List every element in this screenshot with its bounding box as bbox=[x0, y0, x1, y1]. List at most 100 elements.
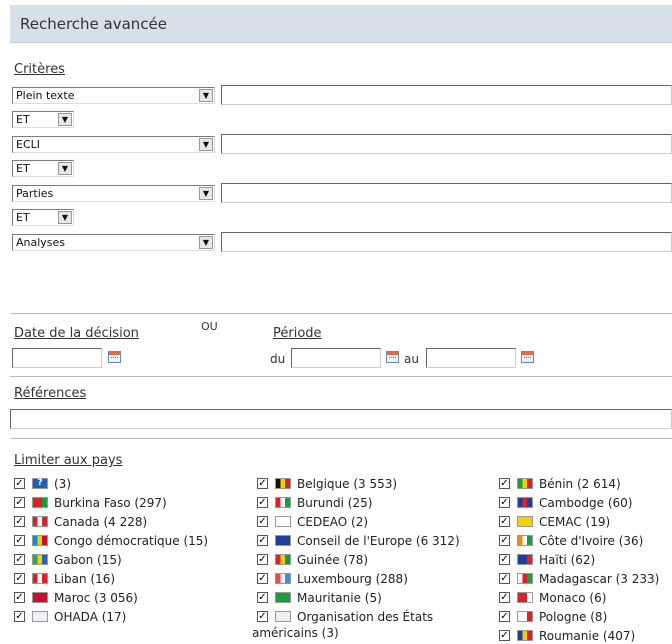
criteria-text-input-4[interactable] bbox=[221, 232, 672, 252]
divider bbox=[10, 313, 672, 314]
chevron-down-icon: ▼ bbox=[199, 187, 213, 200]
chevron-down-icon: ▼ bbox=[58, 211, 72, 224]
country-checkbox[interactable]: ✓ bbox=[257, 497, 268, 508]
country-name: Liban (16) bbox=[54, 572, 116, 586]
country-checkbox[interactable]: ✓ bbox=[257, 592, 268, 603]
criteria-operator-value-3: ET bbox=[16, 211, 30, 224]
flag-icon bbox=[275, 554, 291, 565]
countries-label: Limiter aux pays bbox=[14, 453, 123, 468]
country-name: Canada (4 228) bbox=[54, 515, 148, 529]
country-checkbox[interactable]: ✓ bbox=[499, 497, 510, 508]
flag-icon bbox=[517, 630, 533, 641]
country-checkbox[interactable]: ✓ bbox=[14, 554, 25, 565]
country-checkbox[interactable]: ✓ bbox=[14, 573, 25, 584]
country-name: Burundi (25) bbox=[297, 496, 373, 510]
flag-icon bbox=[32, 592, 48, 603]
country-checkbox[interactable]: ✓ bbox=[14, 611, 25, 622]
criteria-operator-value-2: ET bbox=[16, 162, 30, 175]
period-from-input[interactable] bbox=[291, 348, 381, 368]
country-checkbox[interactable]: ✓ bbox=[499, 630, 510, 641]
country-name: Côte d'Ivoire (36) bbox=[539, 534, 644, 548]
country-checkbox[interactable]: ✓ bbox=[257, 478, 268, 489]
country-checkbox[interactable]: ✓ bbox=[14, 516, 25, 527]
country-name: Conseil de l'Europe (6 312) bbox=[297, 534, 460, 548]
country-name: Bénin (2 614) bbox=[539, 477, 621, 491]
decision-date-input[interactable] bbox=[12, 348, 102, 368]
country-name: CEMAC (19) bbox=[539, 515, 611, 529]
country-checkbox[interactable]: ✓ bbox=[499, 554, 510, 565]
flag-icon bbox=[275, 497, 291, 508]
calendar-icon[interactable] bbox=[521, 351, 534, 363]
country-checkbox[interactable]: ✓ bbox=[257, 573, 268, 584]
country-checkbox[interactable]: ✓ bbox=[257, 516, 268, 527]
criteria-text-input-2[interactable] bbox=[221, 134, 672, 154]
flag-icon bbox=[517, 535, 533, 546]
country-checkbox[interactable]: ✓ bbox=[499, 535, 510, 546]
references-input[interactable] bbox=[10, 409, 672, 429]
flag-icon bbox=[275, 592, 291, 603]
country-checkbox[interactable]: ✓ bbox=[257, 535, 268, 546]
flag-icon bbox=[32, 535, 48, 546]
criteria-field-value-4: Analyses bbox=[16, 236, 66, 249]
country-checkbox[interactable]: ✓ bbox=[14, 535, 25, 546]
flag-icon bbox=[32, 573, 48, 584]
country-checkbox[interactable]: ✓ bbox=[499, 573, 510, 584]
criteria-text-input-1[interactable] bbox=[221, 85, 672, 105]
from-label: du bbox=[270, 352, 286, 366]
flag-icon bbox=[275, 478, 291, 489]
country-checkbox[interactable]: ✓ bbox=[499, 592, 510, 603]
flag-icon bbox=[275, 535, 291, 546]
flag-icon bbox=[32, 554, 48, 565]
country-checkbox[interactable]: ✓ bbox=[14, 592, 25, 603]
country-name: Cambodge (60) bbox=[539, 496, 633, 510]
calendar-icon[interactable] bbox=[108, 351, 121, 363]
chevron-down-icon: ▼ bbox=[58, 162, 72, 175]
decision-date-label: Date de la décision bbox=[14, 326, 139, 341]
country-name: Belgique (3 553) bbox=[297, 477, 398, 491]
country-checkbox[interactable]: ✓ bbox=[14, 478, 25, 489]
period-label: Période bbox=[273, 326, 322, 341]
country-checkbox[interactable]: ✓ bbox=[14, 497, 25, 508]
chevron-down-icon: ▼ bbox=[199, 89, 213, 102]
page-title: Recherche avancée bbox=[20, 15, 168, 33]
to-label: au bbox=[404, 352, 419, 366]
flag-icon bbox=[517, 497, 533, 508]
country-name: OHADA (17) bbox=[54, 610, 127, 624]
flag-icon bbox=[275, 516, 291, 527]
calendar-icon[interactable] bbox=[386, 351, 399, 363]
country-name: (3) bbox=[54, 477, 71, 491]
criteria-field-select-3[interactable]: Parties ▼ bbox=[12, 185, 215, 202]
country-name-continued: américains (3) bbox=[252, 626, 339, 640]
country-checkbox[interactable]: ✓ bbox=[499, 516, 510, 527]
country-checkbox[interactable]: ✓ bbox=[257, 611, 268, 622]
criteria-field-select-2[interactable]: ECLI ▼ bbox=[12, 136, 215, 153]
question-icon: ? bbox=[32, 478, 48, 489]
country-name: CEDEAO (2) bbox=[297, 515, 369, 529]
country-name: Guinée (78) bbox=[297, 553, 369, 567]
country-name: Congo démocratique (15) bbox=[54, 534, 209, 548]
country-name: Roumanie (407) bbox=[539, 629, 636, 643]
divider bbox=[10, 438, 672, 439]
flag-icon bbox=[32, 516, 48, 527]
period-to-input[interactable] bbox=[426, 348, 516, 368]
criteria-field-select-4[interactable]: Analyses ▼ bbox=[12, 234, 215, 251]
criteria-text-input-3[interactable] bbox=[221, 183, 672, 203]
page-header: Recherche avancée bbox=[10, 5, 672, 43]
country-name: Organisation des États bbox=[297, 610, 434, 624]
criteria-operator-select-2[interactable]: ET ▼ bbox=[12, 160, 74, 177]
chevron-down-icon: ▼ bbox=[199, 236, 213, 249]
or-label: OU bbox=[201, 320, 218, 333]
country-name: Luxembourg (288) bbox=[297, 572, 408, 586]
criteria-field-value-2: ECLI bbox=[16, 138, 41, 151]
country-checkbox[interactable]: ✓ bbox=[499, 611, 510, 622]
country-checkbox[interactable]: ✓ bbox=[499, 478, 510, 489]
criteria-operator-select-1[interactable]: ET ▼ bbox=[12, 111, 74, 128]
flag-icon bbox=[517, 611, 533, 622]
country-checkbox[interactable]: ✓ bbox=[257, 554, 268, 565]
criteria-field-value-1: Plein texte bbox=[16, 89, 75, 102]
country-name: Burkina Faso (297) bbox=[54, 496, 167, 510]
country-name: Haïti (62) bbox=[539, 553, 596, 567]
flag-icon bbox=[517, 592, 533, 603]
criteria-operator-select-3[interactable]: ET ▼ bbox=[12, 209, 74, 226]
criteria-field-select-1[interactable]: Plein texte ▼ bbox=[12, 87, 215, 104]
